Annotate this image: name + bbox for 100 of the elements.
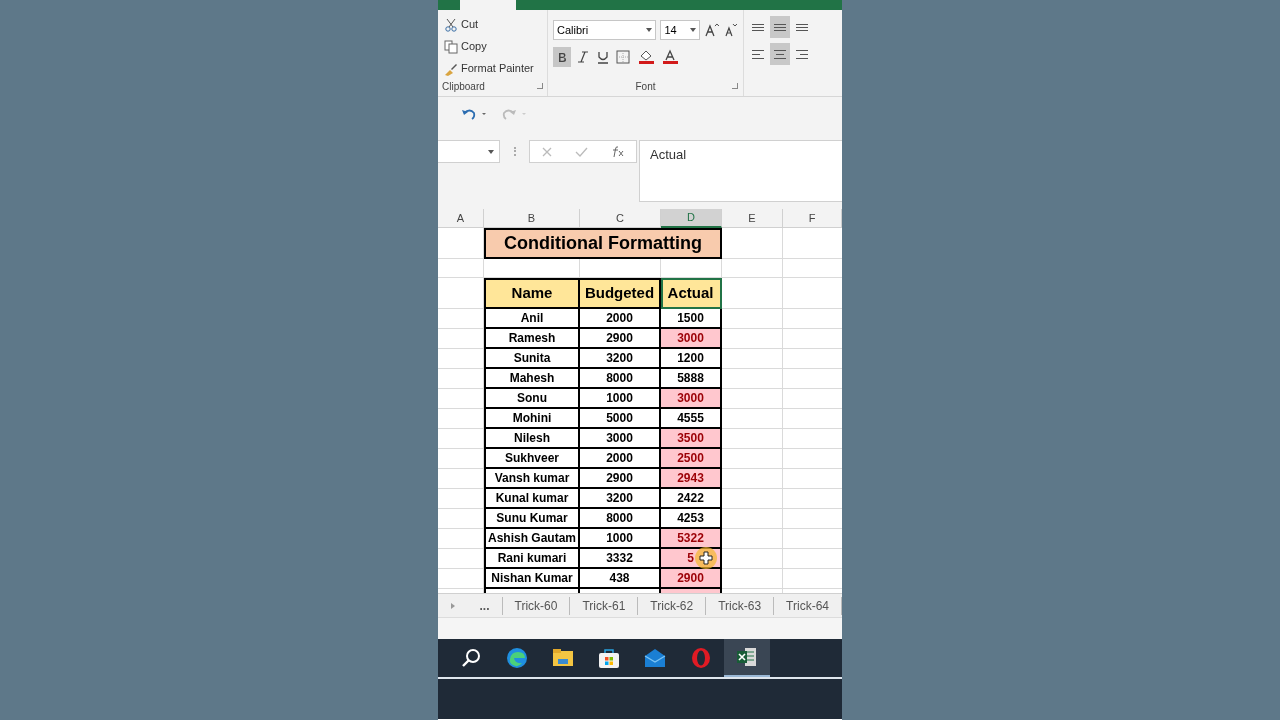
taskbar-button[interactable] <box>724 639 770 677</box>
table-cell: 3000 <box>661 389 722 409</box>
table-cell: 5322 <box>661 529 722 549</box>
clipboard-cut-button[interactable]: Cut <box>442 14 543 35</box>
table-cell: 2900 <box>580 469 661 489</box>
sheet-tab[interactable]: Trick-61 <box>570 596 639 615</box>
paintbrush-icon <box>444 61 458 76</box>
underline-icon[interactable] <box>595 50 611 64</box>
spreadsheet-icon <box>736 646 758 668</box>
table-cell: 2000 <box>580 449 661 469</box>
table-cell: Mohini <box>484 409 580 429</box>
table-cell: Rani kumari <box>484 549 580 569</box>
table-cell: 3200 <box>580 489 661 509</box>
font-size-field[interactable]: 14 <box>660 20 701 40</box>
table-cell: 4253 <box>661 509 722 529</box>
horizontal-align-button[interactable] <box>770 43 790 65</box>
table-cell: 8000 <box>580 509 661 529</box>
table-cell: 1000 <box>580 529 661 549</box>
table-cell: Kunal kumar <box>484 489 580 509</box>
table-cell: Ramesh <box>484 329 580 349</box>
table-cell: 3000 <box>661 329 722 349</box>
dropdown-caret-icon <box>488 149 494 154</box>
align-lines-icon <box>774 23 786 31</box>
italic-icon[interactable] <box>575 50 591 64</box>
column-header[interactable]: A <box>438 209 484 228</box>
sheet-tab[interactable]: Trick-62 <box>638 596 707 615</box>
table-cell: 3500 <box>661 429 722 449</box>
table-cell: 2943 <box>661 469 722 489</box>
table-header-cell: Actual <box>661 278 722 309</box>
table-cell: Mahesh <box>484 369 580 389</box>
more-sheets-button[interactable]: ... <box>467 596 503 615</box>
table-cell: 4555 <box>661 409 722 429</box>
table-cell: 1000 <box>580 389 661 409</box>
dialog-launcher-icon[interactable] <box>537 83 543 89</box>
grip-icon <box>513 147 516 156</box>
sheet-tab[interactable]: Trick-64 <box>774 596 842 615</box>
dialog-launcher-icon[interactable] <box>732 83 738 89</box>
table-cell: Anil <box>484 309 580 329</box>
dropdown-caret-icon <box>646 28 653 32</box>
table-cell: 8000 <box>580 369 661 389</box>
vertical-align-button[interactable] <box>770 16 790 38</box>
table-cell: 1500 <box>661 309 722 329</box>
function-icon[interactable] <box>610 145 625 158</box>
group-label: Clipboard <box>442 80 485 94</box>
clipboard-painter-button[interactable]: Format Painter <box>442 58 543 79</box>
title-cell: Conditional Formatting <box>484 228 722 259</box>
align-lines-icon <box>774 49 786 59</box>
table-cell: 2422 <box>661 489 722 509</box>
column-header[interactable]: D <box>661 209 722 228</box>
dropdown-caret-icon <box>690 28 697 32</box>
table-cell: 2500 <box>661 449 722 469</box>
table-cell: 3200 <box>580 349 661 369</box>
table-cell: 3000 <box>580 429 661 449</box>
table-cell: Sunita <box>484 349 580 369</box>
table-cell: Vansh kumar <box>484 469 580 489</box>
clipboard-copy-button[interactable]: Copy <box>442 36 543 57</box>
fill-color-icon[interactable] <box>637 49 657 65</box>
table-cell: Sukhveer <box>484 449 580 469</box>
copy-icon <box>444 39 458 54</box>
table-cell: 5000 <box>580 409 661 429</box>
font-color-icon[interactable] <box>661 49 681 65</box>
align-lines-icon <box>796 23 808 31</box>
column-header[interactable]: B <box>484 209 580 228</box>
table-header-cell: Budgeted <box>580 278 661 309</box>
bold-icon <box>557 51 567 63</box>
table-header-cell: Name <box>484 278 580 309</box>
sheet-tab[interactable]: Trick-63 <box>706 596 775 615</box>
table-cell: Sunu Kumar <box>484 509 580 529</box>
empty-cell <box>438 259 484 278</box>
column-header[interactable]: F <box>783 209 842 228</box>
empty-cell <box>722 259 783 278</box>
table-cell: 2000 <box>580 309 661 329</box>
table-cell: 2900 <box>661 569 722 589</box>
scissors-icon <box>444 17 458 32</box>
formula-field[interactable]: Actual <box>639 140 842 202</box>
table-cell: Nishan Kumar <box>484 569 580 589</box>
column-header[interactable]: E <box>722 209 783 228</box>
search-icon <box>460 647 482 669</box>
align-lines-icon <box>796 49 808 59</box>
align-lines-icon <box>752 23 764 31</box>
ring-icon <box>690 647 712 669</box>
align-lines-icon <box>752 49 764 59</box>
bold-button[interactable] <box>553 47 571 67</box>
grow-font-icon[interactable] <box>704 23 721 37</box>
table-cell: 1200 <box>661 349 722 369</box>
table-cell: Sonu <box>484 389 580 409</box>
table-cell: 3332 <box>580 549 661 569</box>
table-cell: Nilesh <box>484 429 580 449</box>
group-label: Font <box>635 80 656 94</box>
envelope-icon <box>644 647 666 669</box>
shrink-font-icon[interactable] <box>724 23 738 37</box>
table-cell: Ashish Gautam <box>484 529 580 549</box>
folder-icon <box>552 647 574 669</box>
shopping-bag-icon <box>598 647 620 669</box>
font-name-field[interactable]: Calibri <box>553 20 657 40</box>
browser-icon <box>506 647 528 669</box>
table-cell: 5888 <box>661 369 722 389</box>
sheet-tab[interactable]: Trick-60 <box>502 596 571 615</box>
table-cell: 2900 <box>580 329 661 349</box>
table-cell: 438 <box>580 569 661 589</box>
